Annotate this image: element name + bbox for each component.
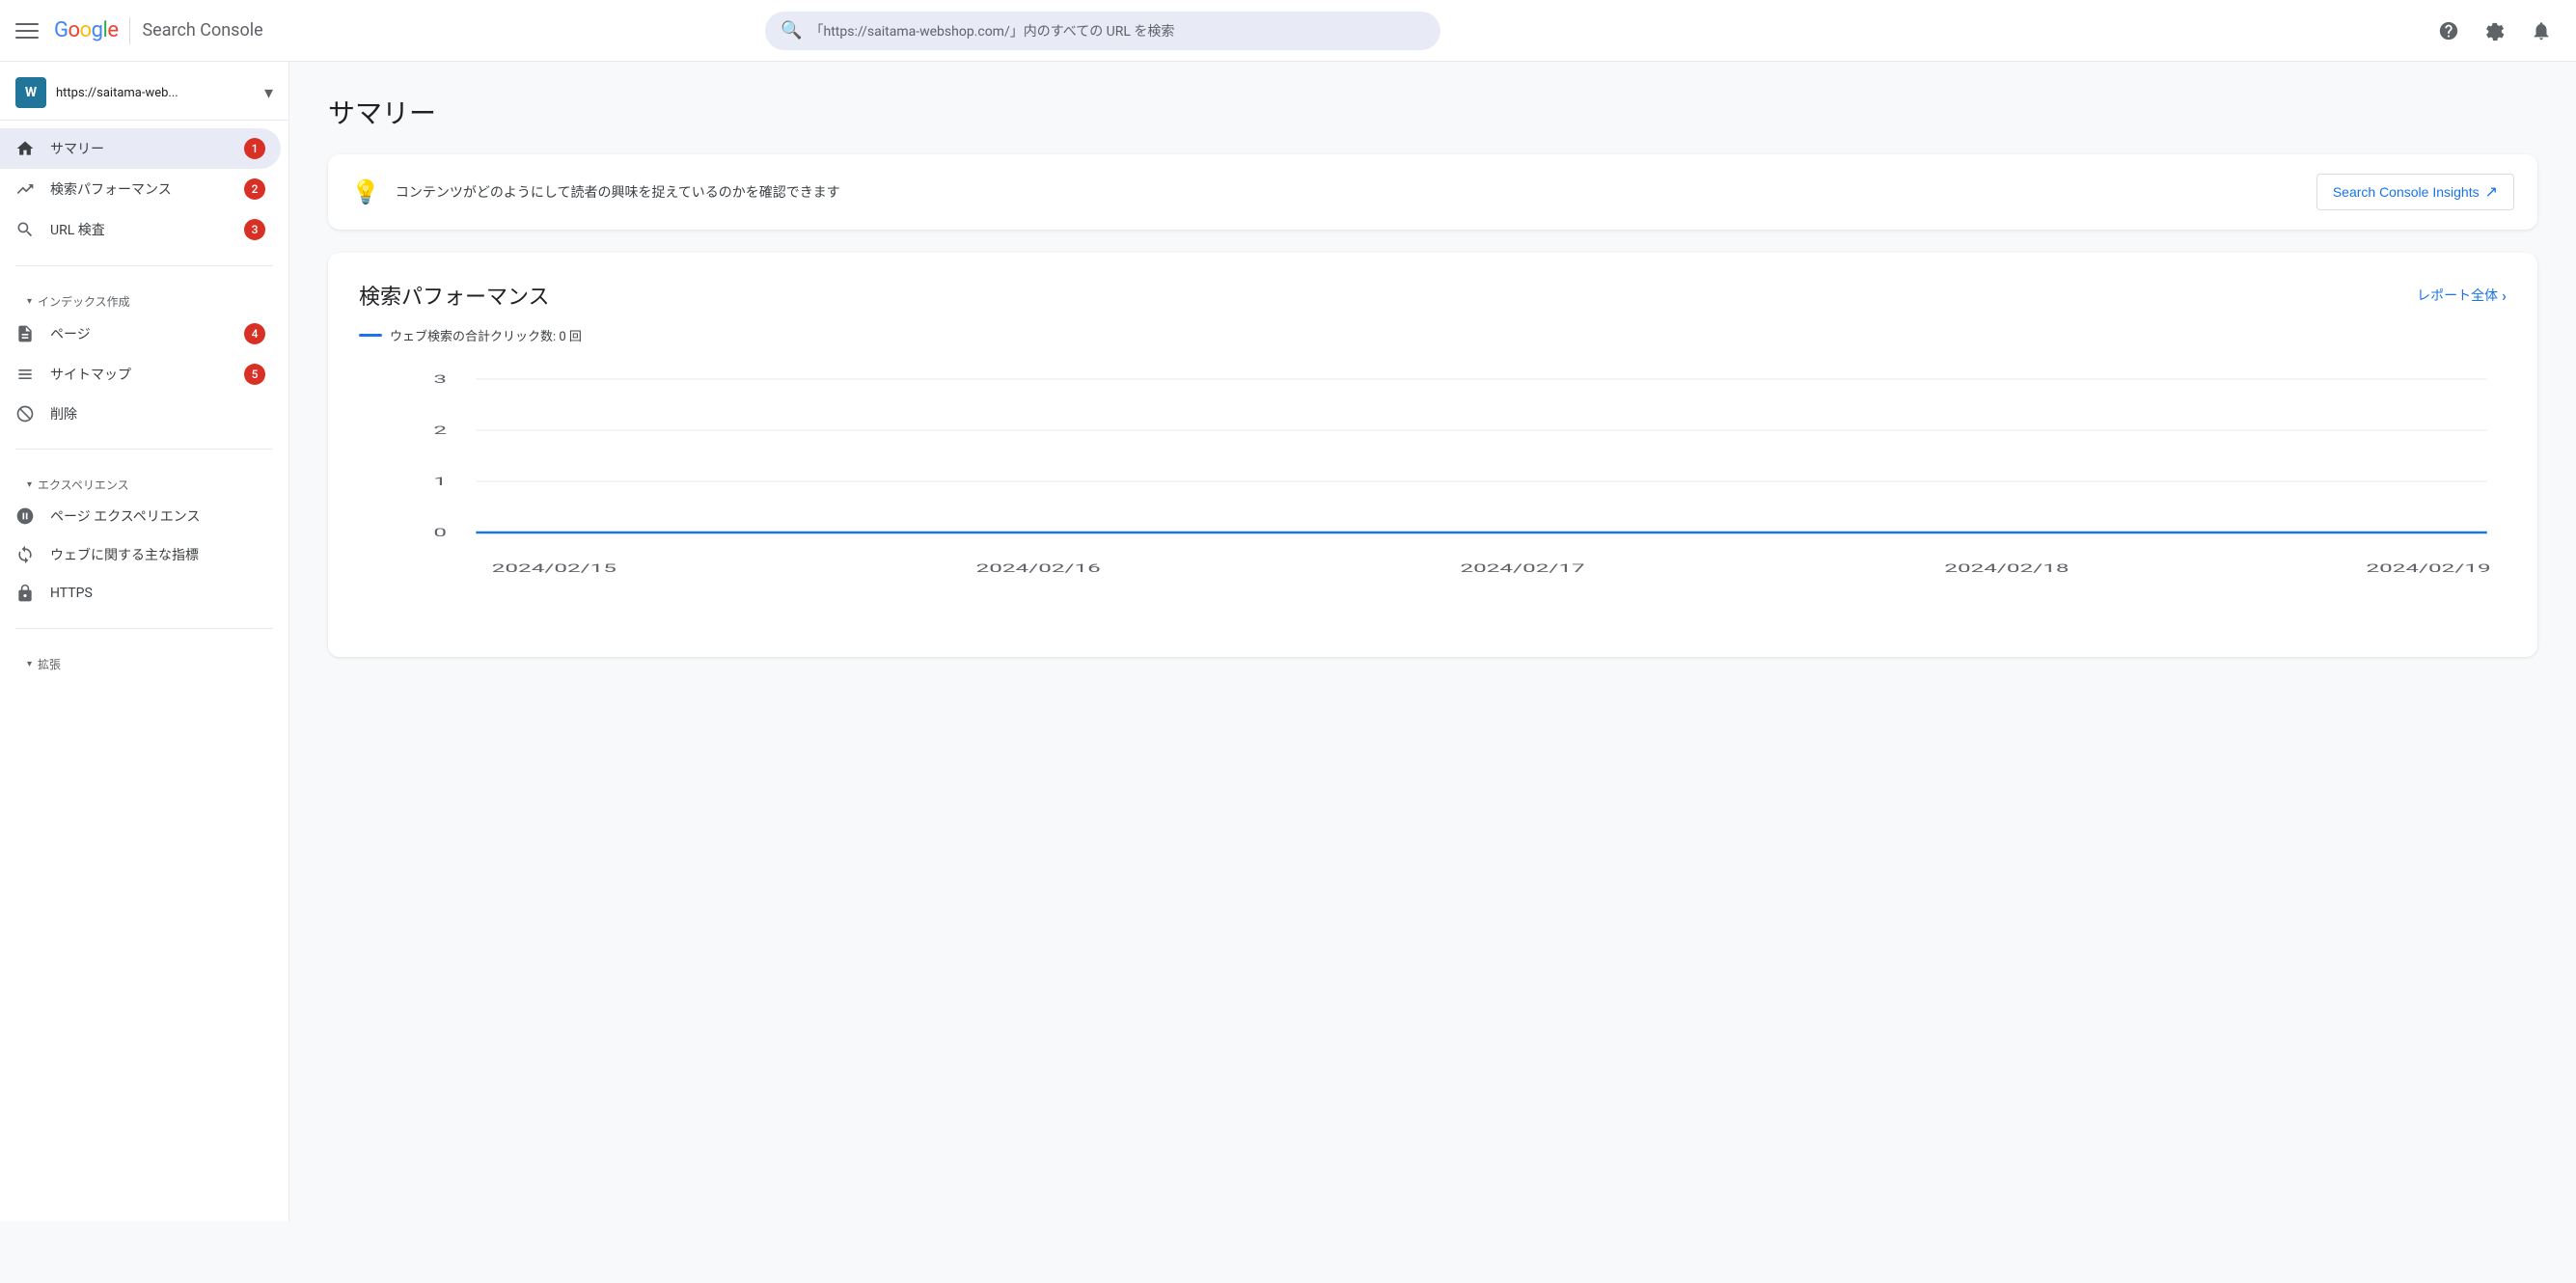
sidebar-item-label-pages: ページ <box>50 324 229 343</box>
perf-title: 検索パフォーマンス <box>359 280 550 311</box>
nav-divider-1 <box>15 265 273 266</box>
sidebar-item-page-experience[interactable]: ページ エクスペリエンス <box>0 497 281 535</box>
sidebar-item-label-sitemaps: サイトマップ <box>50 365 229 384</box>
svg-text:2: 2 <box>433 423 447 437</box>
speed-icon <box>15 506 35 526</box>
external-link-icon: ↗ <box>2485 182 2498 202</box>
arrow-icon-3: ▾ <box>27 659 32 669</box>
svg-text:0: 0 <box>433 526 447 539</box>
product-name: Search Console <box>142 20 262 41</box>
main-nav-section: サマリー 1 検索パフォーマンス 2 URL 検査 3 <box>0 121 288 258</box>
sidebar-item-https[interactable]: HTTPS <box>0 574 281 613</box>
chart-area: 3 2 1 0 2024/02/15 2024/02/16 2024/02/17… <box>359 360 2507 630</box>
sidebar-badge-pages: 4 <box>244 323 265 344</box>
expansion-section-label: ▾ 拡張 <box>0 644 288 676</box>
expansion-section: ▾ 拡張 <box>0 637 288 684</box>
report-link-arrow-icon: › <box>2502 287 2507 305</box>
logo-divider <box>129 17 130 44</box>
layout: W https://saitama-web... ▾ サマリー 1 検索パフォー… <box>0 62 2576 1221</box>
sidebar-item-url-inspection[interactable]: URL 検査 3 <box>0 209 281 250</box>
help-icon[interactable] <box>2429 12 2468 50</box>
chart-legend: ウェブ検索の合計クリック数: 0 回 <box>359 326 2507 344</box>
performance-card: 検索パフォーマンス レポート全体 › ウェブ検索の合計クリック数: 0 回 <box>328 253 2537 657</box>
menu-icon[interactable] <box>15 19 39 42</box>
home-icon <box>15 139 35 158</box>
search-bar-text: 「https://saitama-webshop.com/」内のすべての URL… <box>810 21 1175 41</box>
index-section: ▾ インデックス作成 ページ 4 サイトマップ 5 <box>0 274 288 441</box>
refresh-icon <box>15 545 35 564</box>
sidebar-item-pages[interactable]: ページ 4 <box>0 314 281 354</box>
experience-section: ▾ エクスペリエンス ページ エクスペリエンス ウェブに関する主な指標 <box>0 457 288 620</box>
search-bar[interactable]: 🔍 「https://saitama-webshop.com/」内のすべての U… <box>765 12 1440 50</box>
property-selector[interactable]: W https://saitama-web... ▾ <box>0 62 288 121</box>
perf-card-header: 検索パフォーマンス レポート全体 › <box>359 280 2507 311</box>
property-url: https://saitama-web... <box>56 86 255 100</box>
nav-divider-2 <box>15 449 273 450</box>
performance-chart: 3 2 1 0 2024/02/15 2024/02/16 2024/02/17… <box>359 360 2507 630</box>
index-section-label: ▾ インデックス作成 <box>0 282 288 314</box>
experience-section-label: ▾ エクスペリエンス <box>0 465 288 497</box>
file-icon <box>15 324 35 343</box>
svg-text:2024/02/19: 2024/02/19 <box>2366 561 2490 575</box>
legend-line <box>359 334 382 337</box>
bulb-icon: 💡 <box>351 178 380 205</box>
sidebar-item-label-url: URL 検査 <box>50 220 229 239</box>
svg-text:2024/02/15: 2024/02/15 <box>492 561 617 575</box>
svg-text:1: 1 <box>433 475 447 488</box>
report-link[interactable]: レポート全体 › <box>2417 286 2507 305</box>
header-actions <box>2429 12 2561 50</box>
sidebar-item-label-https: HTTPS <box>50 586 265 601</box>
search-bar-icon: 🔍 <box>781 20 802 41</box>
insight-link-label: Search Console Insights <box>2333 184 2480 200</box>
sidebar-item-label-cwv: ウェブに関する主な指標 <box>50 545 265 564</box>
wp-icon: W <box>15 77 46 108</box>
svg-text:2024/02/17: 2024/02/17 <box>1461 561 1585 575</box>
sidebar-item-summary[interactable]: サマリー 1 <box>0 128 281 169</box>
top-header: Google Search Console 🔍 「https://saitama… <box>0 0 2576 62</box>
nav-divider-3 <box>15 628 273 629</box>
bell-icon[interactable] <box>2522 12 2561 50</box>
svg-text:3: 3 <box>433 372 447 386</box>
sidebar-badge-url: 3 <box>244 219 265 240</box>
experience-section-text: エクスペリエンス <box>38 477 129 493</box>
trending-up-icon <box>15 179 35 199</box>
sidebar-item-label-page-experience: ページ エクスペリエンス <box>50 506 265 526</box>
svg-text:2024/02/16: 2024/02/16 <box>976 561 1101 575</box>
index-section-text: インデックス作成 <box>38 293 130 310</box>
arrow-icon: ▾ <box>27 296 32 307</box>
google-logo: Google <box>54 18 118 42</box>
sidebar-item-label-search-perf: 検索パフォーマンス <box>50 179 229 199</box>
report-link-text: レポート全体 <box>2417 286 2498 305</box>
expansion-section-text: 拡張 <box>38 656 61 672</box>
sidebar-item-removals[interactable]: 削除 <box>0 395 281 433</box>
sidebar-badge-search-perf: 2 <box>244 178 265 200</box>
remove-circle-icon <box>15 404 35 423</box>
lock-icon <box>15 584 35 603</box>
legend-text: ウェブ検索の合計クリック数: 0 回 <box>390 326 582 344</box>
sidebar-badge-sitemaps: 5 <box>244 364 265 385</box>
arrow-icon-2: ▾ <box>27 479 32 490</box>
sidebar: W https://saitama-web... ▾ サマリー 1 検索パフォー… <box>0 62 289 1221</box>
main-content: サマリー 💡 コンテンツがどのようにして読者の興味を捉えているのかを確認できます… <box>289 62 2576 1221</box>
sidebar-item-label-removals: 削除 <box>50 404 265 423</box>
property-dropdown-arrow: ▾ <box>264 83 273 103</box>
logo-area: Google Search Console <box>54 17 263 44</box>
sitemap-icon <box>15 365 35 384</box>
sidebar-item-sitemaps[interactable]: サイトマップ 5 <box>0 354 281 395</box>
svg-text:2024/02/18: 2024/02/18 <box>1944 561 2069 575</box>
insight-link-button[interactable]: Search Console Insights ↗ <box>2316 174 2514 210</box>
search-icon <box>15 220 35 239</box>
sidebar-badge-summary: 1 <box>244 138 265 159</box>
sidebar-item-label-summary: サマリー <box>50 139 229 158</box>
settings-icon[interactable] <box>2476 12 2514 50</box>
insight-banner: 💡 コンテンツがどのようにして読者の興味を捉えているのかを確認できます Sear… <box>328 154 2537 230</box>
page-title: サマリー <box>328 93 2537 131</box>
insight-text: コンテンツがどのようにして読者の興味を捉えているのかを確認できます <box>396 182 2301 202</box>
sidebar-item-search-performance[interactable]: 検索パフォーマンス 2 <box>0 169 281 209</box>
sidebar-item-core-web-vitals[interactable]: ウェブに関する主な指標 <box>0 535 281 574</box>
